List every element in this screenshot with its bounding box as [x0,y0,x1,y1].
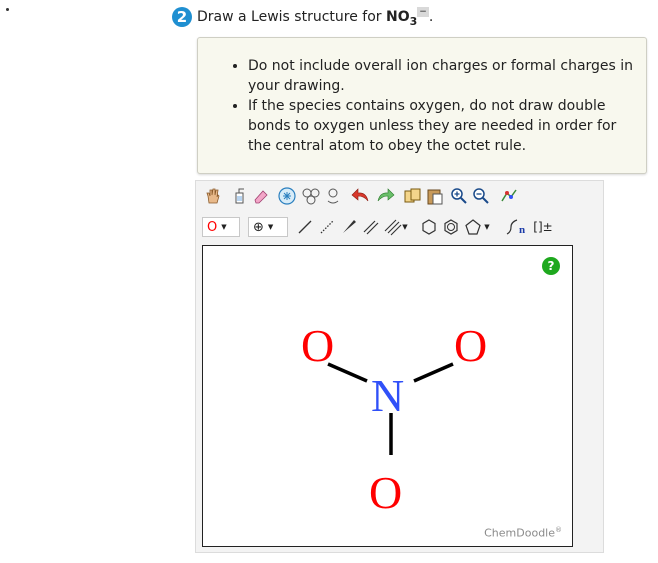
bond-n-o-right[interactable] [413,362,454,383]
question-formula-subscript: 3 [409,14,418,28]
bracket-tool[interactable]: []± [530,216,556,238]
benzene-icon[interactable] [440,216,462,238]
question-formula: NO [385,9,410,25]
double-bond-icon[interactable] [360,216,382,238]
hand-pan-icon[interactable] [202,185,224,207]
chemdoodle-editor: O ▼ ⊕ ▼ ▼ ▼ n []± ? O O N O ChemDoodle® [195,180,604,553]
question-number-badge: 2 [172,7,192,27]
element-select-value: O [207,219,218,235]
cycle-ring-icon[interactable] [322,185,344,207]
bullet-dot [6,8,9,11]
chain-tool[interactable]: n [502,216,528,238]
instruction-item: Do not include overall ion charges or fo… [248,56,636,96]
chain-tool-label: n [518,223,526,236]
instructions-tooltip: Do not include overall ion charges or fo… [197,37,647,174]
atom-oxygen-right[interactable]: O [454,320,487,371]
chevron-down-icon: ▼ [221,223,227,231]
clean-structure-icon[interactable] [498,185,520,207]
question-formula-charge: − [417,7,429,17]
atom-oxygen-left[interactable]: O [301,320,334,371]
undo-icon[interactable] [350,185,372,207]
element-select[interactable]: O ▼ [202,217,240,237]
charge-select[interactable]: ⊕ ▼ [248,217,288,237]
template-ring-icon[interactable] [276,185,298,207]
chevron-down-icon: ▼ [267,223,274,231]
redo-icon[interactable] [374,185,396,207]
chemdoodle-brand-name: ChemDoodle [484,527,555,540]
chevron-down-icon[interactable]: ▼ [400,216,410,238]
cyclopentane-icon[interactable] [462,216,484,238]
question-prompt: Draw a Lewis structure for NO3−. [197,7,434,28]
wedge-bond-icon[interactable] [338,216,360,238]
atom-nitrogen[interactable]: N [371,370,404,421]
hashed-bond-icon[interactable] [316,216,338,238]
molecule-drawing: O O N O [301,320,487,518]
instruction-item: If the species contains oxygen, do not d… [248,96,636,156]
eraser-icon[interactable] [250,185,272,207]
drawing-canvas[interactable]: ? O O N O ChemDoodle® [202,245,573,547]
charge-select-value: ⊕ [253,219,264,235]
zoom-in-icon[interactable] [448,185,470,207]
chemdoodle-brand-mark: ® [555,526,562,535]
chevron-down-icon[interactable]: ▼ [482,216,492,238]
fused-rings-icon[interactable] [300,185,322,207]
paste-icon[interactable] [424,185,446,207]
single-bond-icon[interactable] [294,216,316,238]
instructions-list: Do not include overall ion charges or fo… [198,38,646,156]
question-end: . [428,9,434,25]
copy-icon[interactable] [402,185,424,207]
atom-oxygen-bottom[interactable]: O [369,467,402,518]
zoom-out-icon[interactable] [470,185,492,207]
lasso-select-icon[interactable] [228,185,250,207]
cyclohexane-icon[interactable] [418,216,440,238]
chemdoodle-brand: ChemDoodle® [484,526,562,540]
question-prompt-text: Draw a Lewis structure for [197,9,386,25]
